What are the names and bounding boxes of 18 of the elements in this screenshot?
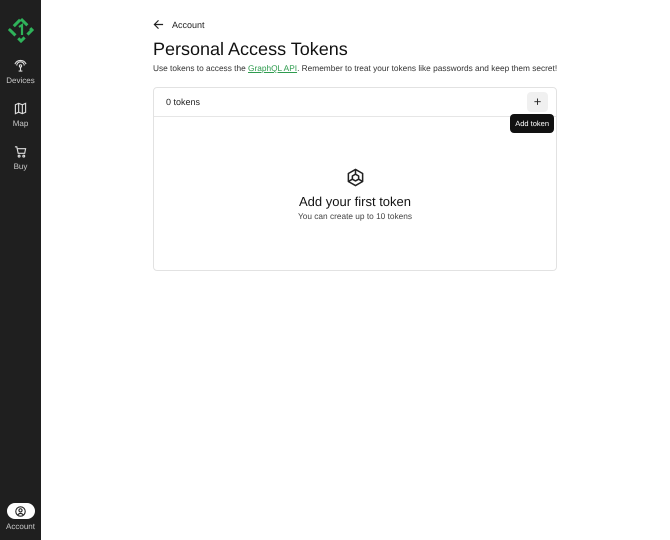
page-title: Personal Access Tokens xyxy=(153,39,349,60)
empty-title: Add your first token xyxy=(299,194,411,209)
nav-item[interactable]: Devices xyxy=(6,57,35,85)
add-token-button[interactable]: + xyxy=(527,92,548,112)
token-count: 0 tokens xyxy=(166,97,200,107)
description: Use tokens to access the GraphQL API. Remember to treat your tokens like passwords and keep them secret! xyxy=(153,63,557,73)
antenna-icon xyxy=(14,58,27,72)
logo-icon[interactable] xyxy=(8,17,34,43)
graphql-link[interactable]: GraphQL API xyxy=(248,63,298,73)
back-arrow-icon xyxy=(153,19,164,30)
cart-icon xyxy=(14,144,27,158)
nav-item[interactable]: Buy xyxy=(6,143,34,171)
user-icon xyxy=(15,506,26,516)
back-link[interactable]: Account xyxy=(153,19,557,30)
empty-subtitle: You can create up to 10 tokens xyxy=(298,211,412,221)
cube-icon xyxy=(346,168,364,187)
nav-item[interactable]: Map xyxy=(6,100,34,128)
map-icon xyxy=(14,102,27,114)
